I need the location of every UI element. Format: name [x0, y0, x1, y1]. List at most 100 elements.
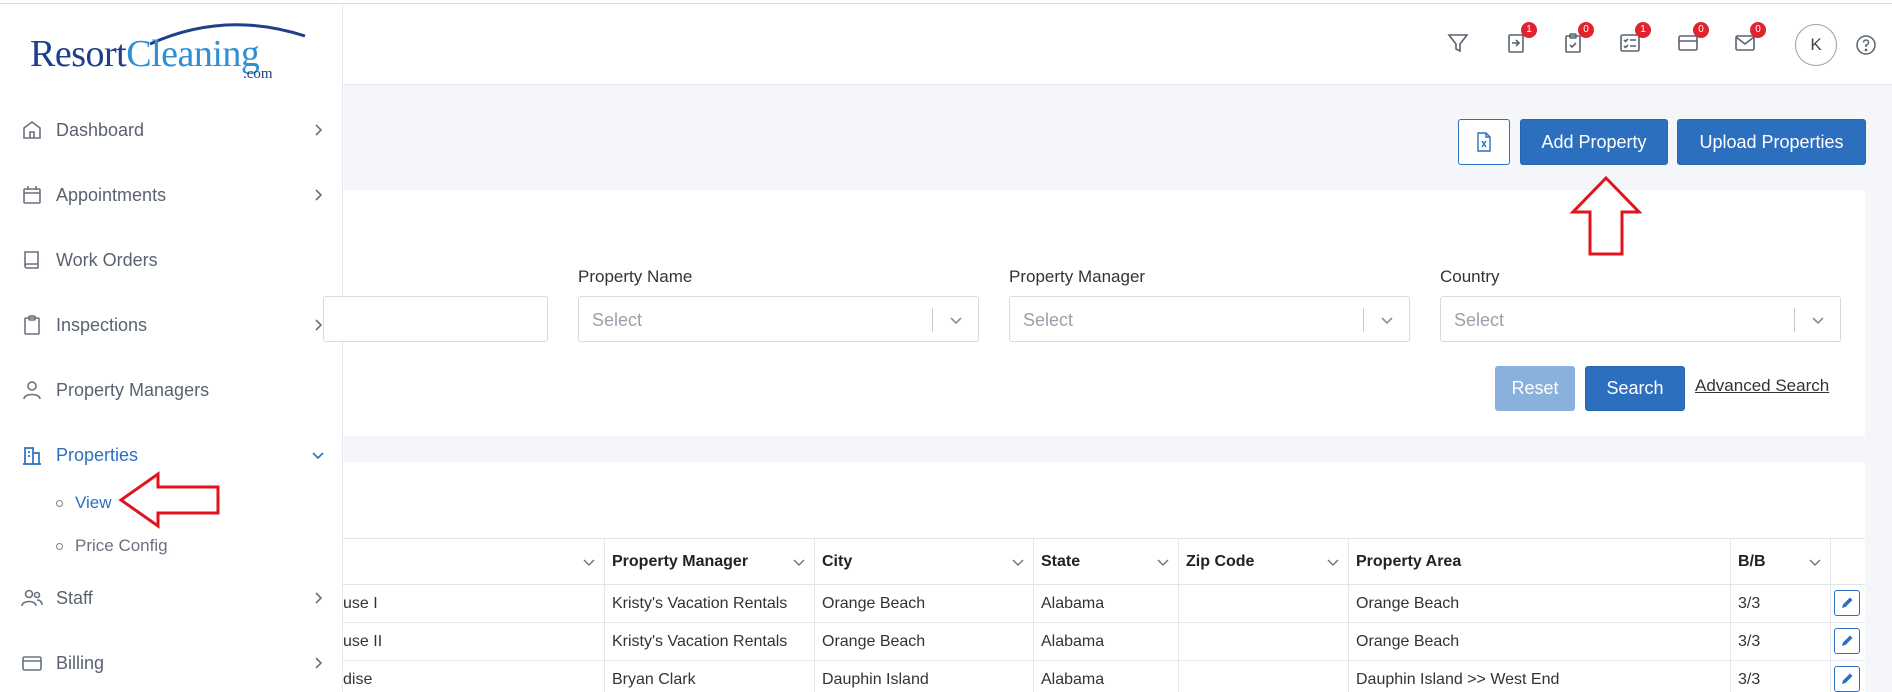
notification-badge: 1 — [1521, 22, 1537, 38]
chevron-down-icon — [1812, 317, 1824, 325]
filter-button[interactable] — [1443, 28, 1473, 58]
book-icon — [24, 251, 39, 269]
sidebar-item-label: Properties — [56, 444, 139, 465]
logo[interactable]: ResortCleaning .com — [30, 16, 310, 82]
edit-button[interactable] — [1834, 590, 1860, 616]
avatar[interactable]: K — [1795, 24, 1837, 66]
pencil-icon — [1842, 597, 1853, 608]
user-icon — [23, 381, 41, 400]
sidebar-subitem-label: Price Config — [75, 536, 168, 555]
cell-property-name: use II — [343, 623, 605, 660]
notification-badge: 0 — [1693, 22, 1709, 38]
reset-button[interactable]: Reset — [1495, 366, 1575, 411]
column-header-state[interactable]: State — [1034, 539, 1179, 585]
help-icon[interactable] — [1855, 34, 1877, 56]
column-filter-icon[interactable] — [1011, 555, 1025, 569]
chevron-down-icon — [312, 452, 324, 460]
column-header-label: Zip Code — [1186, 553, 1255, 570]
checklist-button[interactable]: 1 — [1615, 22, 1651, 58]
sidebar-item-billing[interactable]: Billing — [0, 643, 343, 683]
sidebar-item-property-managers[interactable]: Property Managers — [0, 370, 343, 410]
cell-property-area: Orange Beach — [1349, 623, 1731, 660]
sidebar-subitem-price-config[interactable]: Price Config — [56, 533, 168, 559]
cell-bb: 3/3 — [1731, 661, 1831, 692]
cell-city: Orange Beach — [815, 623, 1034, 660]
calendar-icon — [23, 186, 41, 204]
column-header-label: State — [1041, 553, 1081, 570]
import-button[interactable]: 1 — [1501, 22, 1537, 58]
sidebar-item-properties[interactable]: Properties — [0, 435, 343, 475]
column-filter-icon[interactable] — [792, 555, 806, 569]
sidebar-item-label: Staff — [56, 587, 93, 608]
edit-button[interactable] — [1834, 666, 1860, 692]
property-manager-select[interactable]: Select — [1009, 296, 1410, 342]
add-property-button[interactable]: Add Property — [1520, 119, 1668, 165]
cell-property-area: Dauphin Island >> West End — [1349, 661, 1731, 692]
mail-button[interactable]: 0 — [1730, 22, 1766, 58]
upload-properties-button[interactable]: Upload Properties — [1677, 119, 1866, 165]
column-header-property-area[interactable]: Property Area — [1349, 539, 1731, 585]
column-filter-icon[interactable] — [582, 555, 596, 569]
column-header-property-manager[interactable]: Property Manager — [605, 539, 815, 585]
sidebar-item-staff[interactable]: Staff — [0, 578, 343, 618]
tasks-button[interactable]: 0 — [1558, 22, 1594, 58]
sidebar-item-label: Billing — [56, 652, 105, 673]
users-icon — [21, 589, 43, 607]
cell-zip-code — [1179, 661, 1349, 692]
column-header-label: Property Area — [1356, 553, 1462, 570]
property-name-label: Property Name — [578, 267, 693, 286]
select-placeholder: Select — [1023, 310, 1074, 330]
table-row[interactable]: use II Kristy's Vacation Rentals Orange … — [343, 623, 1865, 661]
pencil-icon — [1842, 635, 1853, 646]
cell-city: Dauphin Island — [815, 661, 1034, 692]
sidebar-subitem-view[interactable]: View — [56, 490, 112, 516]
column-header-label: City — [822, 553, 853, 570]
sidebar-item-dashboard[interactable]: Dashboard — [0, 110, 343, 150]
cell-property-manager: Bryan Clark — [605, 661, 815, 692]
column-header-label: Property Manager — [612, 553, 749, 570]
select-placeholder: Select — [1454, 310, 1505, 330]
column-filter-icon[interactable] — [1156, 555, 1170, 569]
edit-button[interactable] — [1834, 628, 1860, 654]
chevron-right-icon — [315, 592, 323, 604]
clipboard-icon — [24, 315, 40, 335]
chevron-right-icon — [315, 124, 323, 136]
column-header-property-name[interactable] — [343, 539, 605, 585]
pencil-icon — [1842, 673, 1853, 684]
advanced-search-link[interactable]: Advanced Search — [1695, 376, 1829, 396]
sidebar-item-label: Inspections — [56, 314, 148, 335]
property-name-select[interactable]: Select — [578, 296, 979, 342]
billing-button[interactable]: 0 — [1673, 22, 1709, 58]
sidebar-subitem-label: View — [75, 493, 112, 512]
property-manager-label: Property Manager — [1009, 267, 1146, 286]
cell-bb: 3/3 — [1731, 585, 1831, 622]
cell-zip-code — [1179, 585, 1349, 622]
search-button[interactable]: Search — [1585, 366, 1685, 411]
chevron-down-icon — [1381, 317, 1393, 325]
cell-property-manager: Kristy's Vacation Rentals — [605, 585, 815, 622]
sidebar-item-work-orders[interactable]: Work Orders — [0, 240, 343, 280]
sidebar-item-label: Dashboard — [56, 119, 145, 140]
column-header-bb[interactable]: B/B — [1731, 539, 1831, 585]
notification-badge: 1 — [1635, 22, 1651, 38]
column-header-zip-code[interactable]: Zip Code — [1179, 539, 1349, 585]
filter-icon — [1447, 34, 1469, 53]
cell-state: Alabama — [1034, 661, 1179, 692]
country-select[interactable]: Select — [1440, 296, 1841, 342]
annotation-arrow-left-icon — [118, 471, 220, 529]
bullet-icon — [56, 499, 63, 507]
sidebar-item-inspections[interactable]: Inspections — [0, 305, 343, 345]
filter-input-partial[interactable] — [323, 296, 548, 342]
column-filter-icon[interactable] — [1808, 555, 1822, 569]
column-filter-icon[interactable] — [1326, 555, 1340, 569]
export-excel-button[interactable] — [1458, 119, 1510, 165]
table-row[interactable]: use I Kristy's Vacation Rentals Orange B… — [343, 585, 1865, 623]
column-header-city[interactable]: City — [815, 539, 1034, 585]
table-row[interactable]: dise Bryan Clark Dauphin Island Alabama … — [343, 661, 1865, 692]
logo-text: ResortCleaning — [30, 33, 260, 75]
chevron-right-icon — [315, 657, 323, 669]
chevron-right-icon — [315, 189, 323, 201]
sidebar-item-appointments[interactable]: Appointments — [0, 175, 343, 215]
cell-state: Alabama — [1034, 585, 1179, 622]
logo-suffix: .com — [243, 66, 273, 82]
